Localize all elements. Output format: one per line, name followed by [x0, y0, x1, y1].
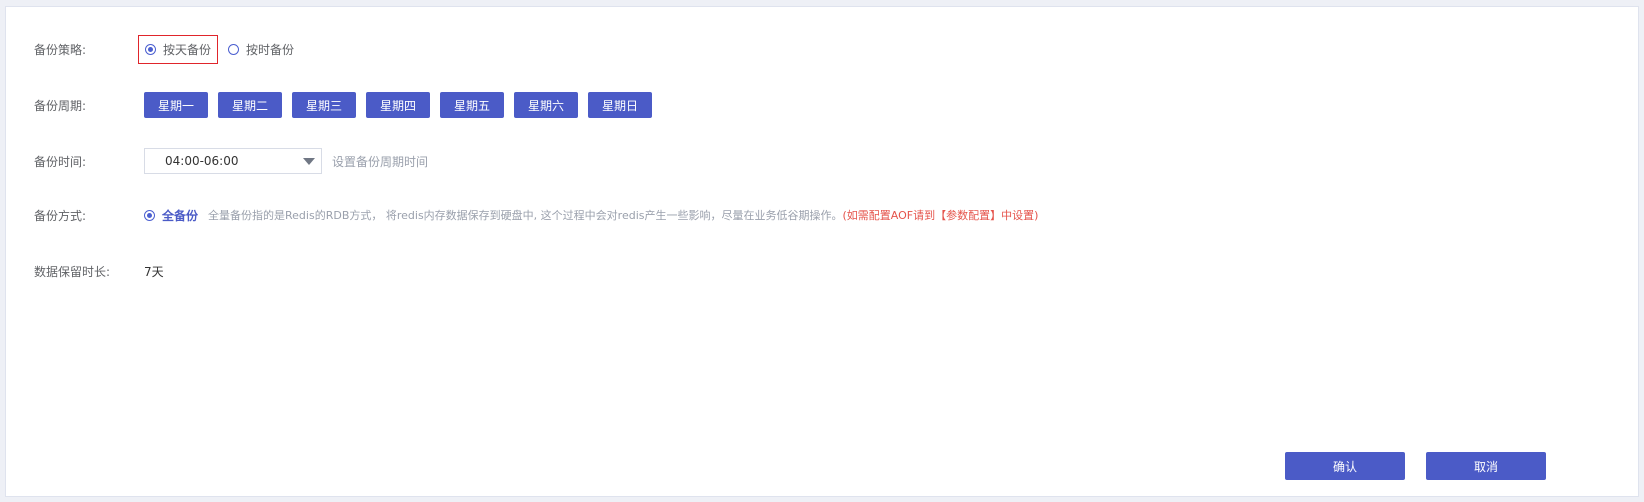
strategy-row: 备份策略: 按天备份 按时备份 — [34, 33, 294, 65]
cancel-button[interactable]: 取消 — [1426, 452, 1546, 480]
weekday-button-saturday[interactable]: 星期六 — [514, 92, 578, 118]
time-label: 备份时间: — [34, 154, 87, 169]
cycle-row: 备份周期: 星期一 星期二 星期三 星期四 星期五 星期六 星期日 — [34, 89, 652, 121]
full-backup-label: 全备份 — [162, 208, 199, 223]
confirm-button[interactable]: 确认 — [1285, 452, 1405, 480]
mode-value: 全备份 全量备份指的是Redis的RDB方式， 将redis内存数据保存到硬盘中… — [144, 207, 1038, 224]
backup-time-select[interactable]: 04:00-06:00 — [144, 148, 322, 174]
weekday-button-tuesday[interactable]: 星期二 — [218, 92, 282, 118]
time-value: 04:00-06:00 设置备份周期时间 — [144, 148, 428, 174]
radio-daily-backup-label: 按天备份 — [163, 42, 212, 57]
cycle-label: 备份周期: — [34, 98, 87, 113]
radio-unchecked-icon — [228, 43, 240, 55]
radio-daily-backup[interactable]: 按天备份 — [145, 41, 211, 58]
weekday-button-sunday[interactable]: 星期日 — [588, 92, 652, 118]
weekday-button-thursday[interactable]: 星期四 — [366, 92, 430, 118]
strategy-highlight-box: 按天备份 — [138, 34, 219, 64]
strategy-label: 备份策略: — [34, 42, 87, 57]
strategy-radio-group: 按天备份 按时备份 — [138, 34, 294, 64]
retention-value: 7天 — [144, 264, 164, 279]
weekday-button-wednesday[interactable]: 星期三 — [292, 92, 356, 118]
weekday-buttons: 星期一 星期二 星期三 星期四 星期五 星期六 星期日 — [144, 92, 652, 118]
backup-time-hint: 设置备份周期时间 — [332, 154, 429, 169]
radio-checked-icon — [144, 209, 155, 221]
radio-full-backup[interactable]: 全备份 — [144, 207, 208, 224]
mode-row: 备份方式: 全备份 全量备份指的是Redis的RDB方式， 将redis内存数据… — [34, 199, 1038, 231]
retention-row: 数据保留时长: 7天 — [34, 255, 164, 287]
weekday-button-monday[interactable]: 星期一 — [144, 92, 208, 118]
mode-label: 备份方式: — [34, 208, 87, 223]
backup-time-selected-value: 04:00-06:00 — [165, 154, 239, 168]
full-backup-description: 全量备份指的是Redis的RDB方式， 将redis内存数据保存到硬盘中, 这个… — [208, 209, 843, 222]
backup-settings-panel: 备份策略: 按天备份 按时备份 备份周期: 星期一 星期二 星期三 星期四 星期… — [5, 6, 1639, 497]
radio-hourly-backup[interactable]: 按时备份 — [228, 41, 294, 58]
aof-config-warning: (如需配置AOF请到【参数配置】中设置) — [842, 209, 1039, 222]
time-row: 备份时间: 04:00-06:00 设置备份周期时间 — [34, 145, 428, 177]
weekday-button-friday[interactable]: 星期五 — [440, 92, 504, 118]
retention-label: 数据保留时长: — [34, 264, 111, 279]
radio-checked-icon — [145, 43, 156, 55]
radio-hourly-backup-label: 按时备份 — [246, 42, 295, 57]
chevron-down-icon — [303, 157, 315, 165]
